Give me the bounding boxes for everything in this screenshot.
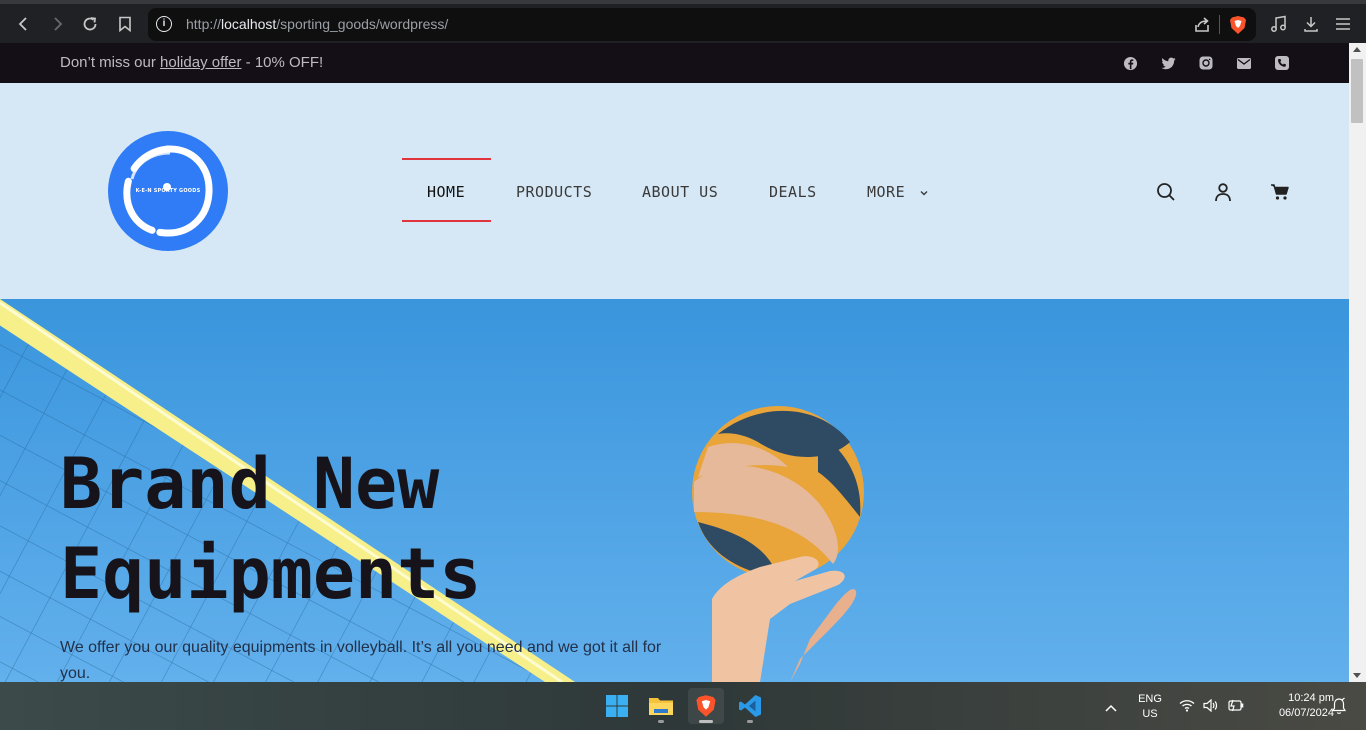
- announcement-bar: Don’t miss our holiday offer - 10% OFF!: [0, 43, 1349, 83]
- logo-text: K-E-N SPORTY GOODS: [135, 188, 201, 194]
- hero-title: Brand New Equipments: [60, 439, 481, 619]
- share-icon[interactable]: [1191, 14, 1213, 36]
- nav-home[interactable]: HOME: [427, 183, 465, 201]
- explorer-running-indicator: [658, 720, 664, 723]
- download-icon[interactable]: [1299, 12, 1323, 36]
- windows-start-icon[interactable]: [599, 688, 635, 724]
- mail-icon[interactable]: [1236, 55, 1252, 71]
- url-host: localhost: [221, 16, 277, 32]
- show-hidden-icons-chevron-icon[interactable]: [1104, 700, 1118, 718]
- scroll-thumb[interactable]: [1351, 59, 1363, 123]
- facebook-icon[interactable]: [1122, 55, 1138, 71]
- browser-toolbar: i http://localhost/sporting_goods/wordpr…: [0, 0, 1366, 43]
- site-info-icon[interactable]: i: [156, 16, 172, 32]
- url-text: http://localhost/sporting_goods/wordpres…: [186, 16, 448, 32]
- menu-icon[interactable]: [1331, 12, 1355, 36]
- address-bar[interactable]: i http://localhost/sporting_goods/wordpr…: [148, 8, 1256, 41]
- clock-date: 06/07/2024: [1278, 707, 1334, 719]
- nav-more-label: MORE: [867, 183, 906, 201]
- brave-running-indicator: [699, 720, 713, 723]
- language-region: US: [1142, 708, 1158, 720]
- search-icon[interactable]: [1155, 181, 1177, 203]
- nav-active-bottom-line: [402, 220, 491, 222]
- windows-taskbar: ENG US 10:24 pm 06/07/2024: [0, 682, 1366, 730]
- clock[interactable]: 10:24 pm 06/07/2024: [1254, 691, 1334, 721]
- media-icon[interactable]: [1267, 12, 1291, 36]
- hero-title-line2: Equipments: [60, 533, 482, 615]
- brave-shields-icon[interactable]: [1227, 14, 1249, 36]
- offer-text: Don’t miss our holiday offer - 10% OFF!: [60, 54, 323, 71]
- bookmark-icon[interactable]: [113, 12, 137, 36]
- scroll-up-arrow-icon[interactable]: [1353, 47, 1361, 52]
- page-viewport: Don’t miss our holiday offer - 10% OFF! …: [0, 43, 1349, 682]
- instagram-icon[interactable]: [1198, 55, 1214, 71]
- cart-icon[interactable]: [1269, 181, 1291, 203]
- file-explorer-icon[interactable]: [643, 688, 679, 724]
- hero-banner: Brand New Equipments We offer you our qu…: [0, 299, 1349, 682]
- phone-icon[interactable]: [1274, 55, 1290, 71]
- nav-deals[interactable]: DEALS: [769, 183, 817, 201]
- battery-icon[interactable]: [1227, 699, 1245, 717]
- vscode-running-indicator: [747, 720, 753, 723]
- url-path: /sporting_goods/wordpress/: [276, 16, 449, 32]
- nav-about-us[interactable]: ABOUT US: [642, 183, 718, 201]
- twitter-icon[interactable]: [1160, 55, 1176, 71]
- hero-subtitle: We offer you our quality equipments in v…: [60, 639, 662, 682]
- holiday-offer-link[interactable]: holiday offer: [160, 54, 241, 71]
- brave-browser-icon[interactable]: [688, 688, 724, 724]
- notification-bell-icon[interactable]: [1331, 697, 1347, 720]
- account-icon[interactable]: [1212, 181, 1234, 203]
- reload-icon[interactable]: [78, 12, 102, 36]
- back-icon[interactable]: [12, 12, 36, 36]
- hero-title-line1: Brand New: [60, 443, 440, 525]
- scroll-down-arrow-icon[interactable]: [1353, 673, 1361, 678]
- site-header: K-E-N SPORTY GOODS HOME PRODUCTS ABOUT U…: [0, 83, 1349, 299]
- language-indicator[interactable]: ENG US: [1134, 692, 1166, 722]
- offer-suffix: - 10% OFF!: [241, 54, 324, 71]
- vscode-icon[interactable]: [732, 688, 768, 724]
- volume-icon[interactable]: [1203, 698, 1218, 717]
- clock-time: 10:24 pm: [1288, 692, 1334, 704]
- nav-products[interactable]: PRODUCTS: [516, 183, 592, 201]
- forward-icon[interactable]: [45, 12, 69, 36]
- offer-prefix: Don’t miss our: [60, 54, 161, 71]
- chevron-down-icon: [920, 190, 928, 195]
- address-divider: [1219, 15, 1220, 34]
- site-logo[interactable]: K-E-N SPORTY GOODS: [108, 131, 228, 251]
- nav-more[interactable]: MORE: [867, 183, 929, 201]
- nav-active-top-line: [402, 158, 491, 160]
- url-prefix: http://: [186, 16, 222, 32]
- page-scrollbar[interactable]: [1349, 43, 1366, 682]
- wifi-icon[interactable]: [1179, 699, 1195, 717]
- language-code: ENG: [1138, 693, 1162, 705]
